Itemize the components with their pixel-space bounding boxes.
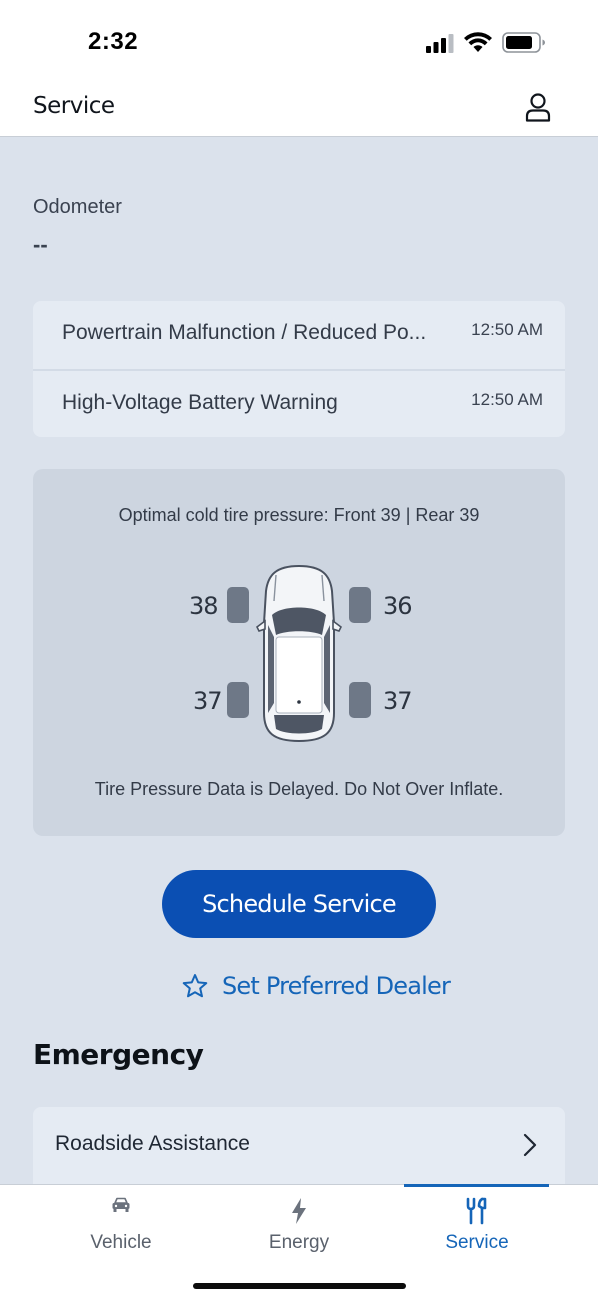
optimal-pressure-text: Optimal cold tire pressure: Front 39 | R…: [118, 505, 480, 525]
alert-time: 12:50 AM: [471, 320, 543, 339]
tire-front-right-value: 36: [383, 592, 413, 620]
tire-rear-right-indicator: [349, 682, 371, 718]
car-icon: [112, 1197, 130, 1212]
star-icon: [182, 974, 208, 998]
odometer-value: --: [33, 232, 48, 257]
tab-energy-label: Energy: [268, 1232, 330, 1253]
profile-button[interactable]: [524, 92, 552, 122]
cellular-signal-icon: [426, 33, 454, 53]
lightning-icon: [292, 1198, 306, 1224]
roadside-assistance-label: Roadside Assistance: [55, 1132, 250, 1155]
status-icons: [426, 32, 546, 53]
alert-row-powertrain[interactable]: Powertrain Malfunction / Reduced Po... 1…: [33, 301, 565, 369]
alert-time: 12:50 AM: [471, 390, 543, 409]
app-header: Service: [0, 80, 598, 137]
status-bar: 2:32: [0, 0, 598, 80]
tire-rear-left-indicator: [227, 682, 249, 718]
tab-service-label: Service: [445, 1232, 509, 1253]
wifi-icon: [464, 32, 492, 52]
schedule-service-button[interactable]: Schedule Service: [162, 870, 436, 938]
alert-row-battery[interactable]: High-Voltage Battery Warning 12:50 AM: [33, 369, 565, 437]
tire-rear-left-value: 37: [193, 687, 223, 715]
tire-rear-right-value: 37: [383, 687, 413, 715]
tire-front-left-indicator: [227, 587, 249, 623]
tab-vehicle[interactable]: Vehicle: [30, 1185, 212, 1267]
set-preferred-dealer-link[interactable]: Set Preferred Dealer: [182, 972, 451, 1000]
set-preferred-dealer-label: Set Preferred Dealer: [222, 972, 451, 1000]
person-icon: [525, 93, 551, 122]
tire-front-left-value: 38: [189, 592, 219, 620]
car-top-view-icon: [256, 564, 342, 743]
status-time: 2:32: [88, 28, 139, 55]
odometer-label: Odometer: [33, 196, 122, 218]
page-title: Service: [33, 93, 115, 119]
home-indicator[interactable]: [193, 1283, 406, 1289]
tab-vehicle-label: Vehicle: [90, 1232, 152, 1253]
tire-front-right-indicator: [349, 587, 371, 623]
tools-icon: [466, 1197, 487, 1225]
battery-icon: [502, 32, 545, 53]
tab-energy[interactable]: Energy: [208, 1185, 390, 1267]
alert-text: Powertrain Malfunction / Reduced Po...: [62, 321, 427, 344]
tire-pressure-warning: Tire Pressure Data is Delayed. Do Not Ov…: [94, 779, 504, 799]
chevron-right-icon: [523, 1133, 537, 1157]
alert-text: High-Voltage Battery Warning: [62, 391, 338, 414]
emergency-heading: Emergency: [33, 1038, 204, 1071]
tire-pressure-card: Optimal cold tire pressure: Front 39 | R…: [33, 469, 565, 836]
alerts-card: Powertrain Malfunction / Reduced Po... 1…: [33, 301, 565, 437]
tab-service[interactable]: Service: [386, 1185, 568, 1267]
